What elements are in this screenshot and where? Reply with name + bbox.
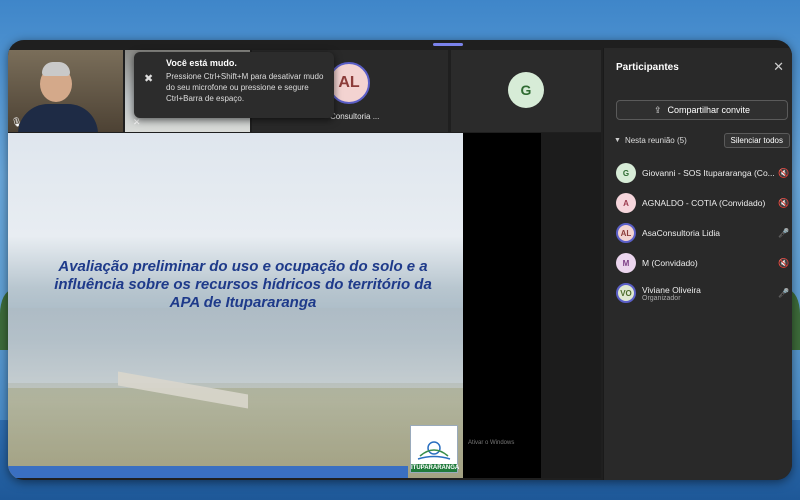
close-icon[interactable]: ✕: [773, 59, 784, 75]
participant-hair: [42, 62, 70, 76]
avatar: G: [616, 163, 636, 183]
participant-name: AsaConsultoria Lidia: [642, 228, 720, 238]
shared-presentation-slide[interactable]: Avaliação preliminar do uso e ocupação d…: [8, 133, 463, 478]
participants-pane: Participantes ✕ ⇪ Compartilhar convite ▼…: [603, 48, 792, 480]
video-tile-g[interactable]: G: [451, 50, 601, 132]
pane-title: Participantes: [616, 62, 679, 73]
logo-text: ITUPARARANGA: [411, 464, 460, 472]
sos-logo-icon: [417, 441, 451, 460]
video-tile-speaker[interactable]: 🎙: [8, 50, 123, 132]
mute-all-button[interactable]: Silenciar todos: [723, 132, 790, 148]
slide-title: Avaliação preliminar do uso e ocupação d…: [54, 258, 432, 311]
stage-margin: [541, 133, 601, 478]
avatar: AL: [616, 223, 636, 243]
participant-name: Giovanni - SOS Itupararanga (Co...: [642, 168, 775, 178]
slide-water-image: [8, 308, 463, 383]
participant-role: Organizador: [642, 294, 681, 302]
muted-notification: ✖ Você está mudo. Pressione Ctrl+Shift+M…: [134, 52, 334, 118]
tile-avatar-g: G: [508, 72, 544, 108]
in-meeting-section[interactable]: ▼ Nesta reunião (5) Silenciar todos: [614, 132, 790, 148]
activate-windows-watermark: Ativar o Windows: [468, 440, 515, 446]
participant-item[interactable]: M M (Convidado) 🔇: [616, 248, 792, 278]
participant-body: [18, 104, 98, 132]
avatar: A: [616, 193, 636, 213]
participant-item[interactable]: A AGNALDO - COTIA (Convidado) 🔇: [616, 188, 792, 218]
tile-name-label: Consultoria ...: [330, 112, 380, 121]
mic-muted-icon: 🔇: [778, 257, 790, 268]
mic-off-icon: ✕: [133, 117, 141, 127]
mic-muted-icon: 🎙: [11, 117, 23, 127]
window-top-indicator: [433, 43, 463, 46]
mic-muted-icon: 🔇: [778, 197, 790, 208]
presentation-margin: [463, 133, 541, 478]
participant-item[interactable]: VO Viviane Oliveira Organizador 🎤: [616, 278, 792, 308]
participant-item[interactable]: AL AsaConsultoria Lidia 🎤: [616, 218, 792, 248]
toast-title: Você está mudo.: [166, 58, 237, 68]
participant-item[interactable]: G Giovanni - SOS Itupararanga (Co... 🔇: [616, 158, 792, 188]
slide-bottom-bar: [8, 466, 408, 478]
apa-itupararanga-logo: ITUPARARANGA: [410, 425, 460, 473]
chevron-down-icon[interactable]: ▼: [614, 137, 621, 144]
mic-off-icon: ✖: [144, 73, 154, 85]
participant-name: Viviane Oliveira: [642, 284, 701, 295]
avatar: M: [616, 253, 636, 273]
share-invite-button[interactable]: ⇪ Compartilhar convite: [616, 100, 788, 120]
meeting-window: 🎙 ✕ AL Consultoria ... G ✖ Você está mud…: [8, 40, 792, 480]
mic-icon: 🎤: [778, 227, 790, 238]
share-icon: ⇪: [653, 104, 662, 115]
tile-avatar-al: AL: [328, 62, 370, 104]
section-label: Nesta reunião (5): [624, 135, 687, 145]
toast-body: Pressione Ctrl+Shift+M para desativar mu…: [166, 72, 324, 103]
participant-list: G Giovanni - SOS Itupararanga (Co... 🔇 A…: [616, 158, 792, 308]
participant-name: M (Convidado): [642, 258, 698, 268]
avatar: VO: [616, 283, 636, 303]
share-invite-label: Compartilhar convite: [667, 105, 751, 115]
mic-icon: 🎤: [778, 287, 790, 298]
participant-name: AGNALDO - COTIA (Convidado): [642, 198, 766, 208]
mic-muted-icon: 🔇: [778, 167, 790, 178]
